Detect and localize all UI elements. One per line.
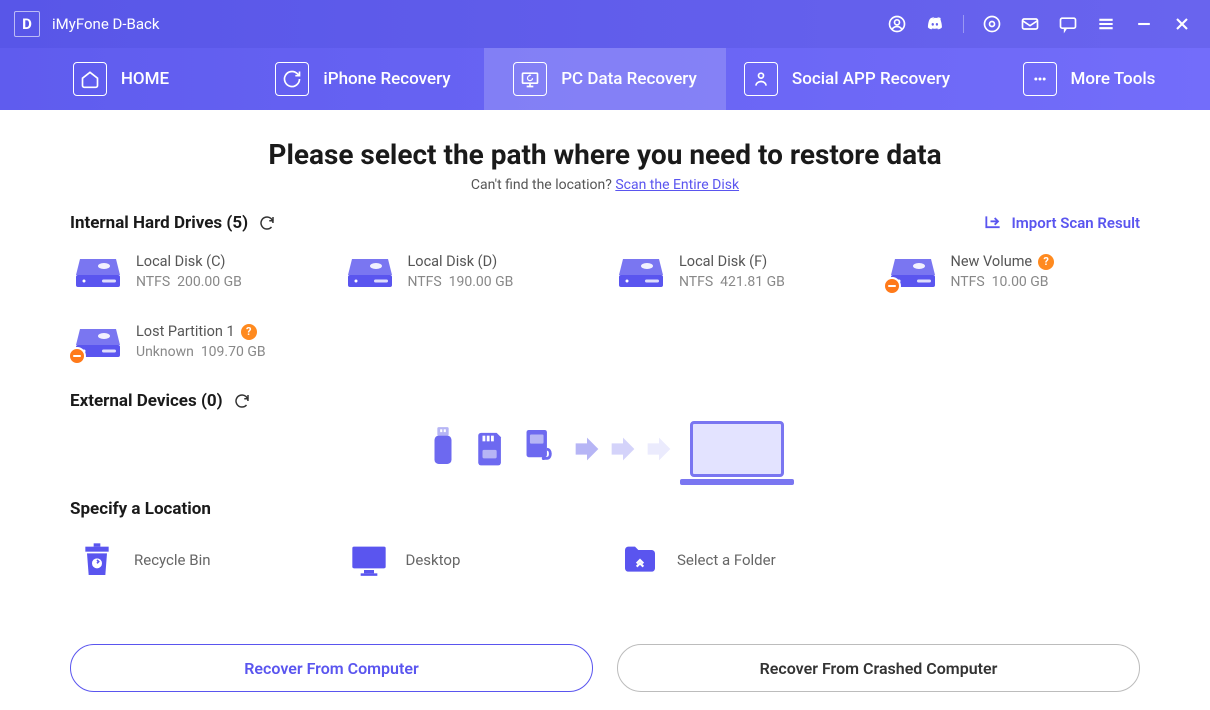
app-window: D iMyFone D-Back <box>0 0 1210 710</box>
tab-more-tools[interactable]: More Tools <box>968 48 1210 110</box>
external-illustration <box>70 421 1140 477</box>
drive-meta: NTFS 190.00 GB <box>408 274 514 290</box>
hard-drive-icon <box>617 255 665 291</box>
menu-icon[interactable] <box>1096 14 1116 34</box>
drive-meta: NTFS 10.00 GB <box>951 274 1055 290</box>
pc-recovery-icon <box>513 62 547 96</box>
drive-grid: Local Disk (C) NTFS 200.00 GB Local Disk… <box>70 249 1140 365</box>
tab-home[interactable]: HOME <box>0 48 242 110</box>
page-subtitle: Can't find the location? Scan the Entire… <box>70 177 1140 193</box>
tab-label: Social APP Recovery <box>792 69 950 89</box>
warn-badge-icon <box>883 277 901 295</box>
drive-name: Lost Partition 1 ? <box>136 323 266 340</box>
tab-label: More Tools <box>1071 69 1156 89</box>
refresh-drives-button[interactable] <box>258 214 276 232</box>
tab-label: iPhone Recovery <box>323 69 450 89</box>
discord-icon[interactable] <box>925 14 945 34</box>
hard-drive-icon <box>74 255 122 291</box>
close-button[interactable] <box>1172 14 1192 34</box>
drive-name: Local Disk (F) <box>679 253 785 270</box>
location-label: Recycle Bin <box>134 551 211 569</box>
tab-label: HOME <box>121 69 169 89</box>
usb-drive-icon <box>426 424 460 474</box>
specify-location-title: Specify a Location <box>70 499 211 519</box>
location-label: Select a Folder <box>677 551 776 569</box>
divider <box>963 15 964 33</box>
scan-entire-disk-link[interactable]: Scan the Entire Disk <box>615 177 739 193</box>
hard-drive-icon <box>346 255 394 291</box>
footer-buttons: Recover From Computer Recover From Crash… <box>0 644 1210 710</box>
arrows-icon <box>570 432 676 466</box>
hard-drive-icon <box>74 325 122 361</box>
tab-social-recovery[interactable]: Social APP Recovery <box>726 48 968 110</box>
drive-item[interactable]: New Volume ? NTFS 10.00 GB <box>885 249 1141 295</box>
import-icon <box>983 213 1003 233</box>
drive-name: Local Disk (C) <box>136 253 242 270</box>
drive-meta: NTFS 200.00 GB <box>136 274 242 290</box>
location-recycle-bin[interactable]: Recycle Bin <box>70 533 326 587</box>
warn-badge-icon <box>68 347 86 365</box>
external-hdd-icon <box>522 424 556 474</box>
refresh-icon <box>275 62 309 96</box>
location-desktop[interactable]: Desktop <box>342 533 598 587</box>
drive-item[interactable]: Local Disk (D) NTFS 190.00 GB <box>342 249 598 295</box>
settings-gear-icon[interactable] <box>982 14 1002 34</box>
recover-from-crashed-button[interactable]: Recover From Crashed Computer <box>617 644 1140 692</box>
drive-item[interactable]: Lost Partition 1 ? Unknown 109.70 GB <box>70 319 326 365</box>
internal-drives-title: Internal Hard Drives (5) <box>70 213 248 233</box>
laptop-icon <box>690 421 784 477</box>
location-select-folder[interactable]: Select a Folder <box>613 533 869 587</box>
recover-from-computer-button[interactable]: Recover From Computer <box>70 644 593 692</box>
drive-item[interactable]: Local Disk (F) NTFS 421.81 GB <box>613 249 869 295</box>
minimize-button[interactable] <box>1134 14 1154 34</box>
import-label: Import Scan Result <box>1011 214 1140 232</box>
main-content: Please select the path where you need to… <box>0 110 1210 644</box>
social-icon <box>744 62 778 96</box>
title-bar: D iMyFone D-Back <box>0 0 1210 48</box>
app-title: iMyFone D-Back <box>52 15 159 33</box>
drive-meta: NTFS 421.81 GB <box>679 274 785 290</box>
drive-name: Local Disk (D) <box>408 253 514 270</box>
desktop-icon <box>348 539 390 581</box>
tab-label: PC Data Recovery <box>561 69 697 89</box>
sd-card-icon <box>474 424 508 474</box>
help-badge-icon[interactable]: ? <box>1038 254 1054 270</box>
help-badge-icon[interactable]: ? <box>241 324 257 340</box>
drive-meta: Unknown 109.70 GB <box>136 344 266 360</box>
external-devices-title: External Devices (0) <box>70 391 223 411</box>
refresh-external-button[interactable] <box>233 392 251 410</box>
import-scan-result-link[interactable]: Import Scan Result <box>983 213 1140 233</box>
folder-icon <box>619 539 661 581</box>
feedback-icon[interactable] <box>1058 14 1078 34</box>
tab-pc-recovery[interactable]: PC Data Recovery <box>484 48 726 110</box>
drive-name: New Volume ? <box>951 253 1055 270</box>
nav-bar: HOME iPhone Recovery PC Data Recovery So… <box>0 48 1210 110</box>
drive-item[interactable]: Local Disk (C) NTFS 200.00 GB <box>70 249 326 295</box>
page-title: Please select the path where you need to… <box>70 138 1140 171</box>
more-icon <box>1023 62 1057 96</box>
hard-drive-icon <box>889 255 937 291</box>
tab-iphone-recovery[interactable]: iPhone Recovery <box>242 48 484 110</box>
home-icon <box>73 62 107 96</box>
mail-icon[interactable] <box>1020 14 1040 34</box>
recycle-bin-icon <box>76 539 118 581</box>
account-icon[interactable] <box>887 14 907 34</box>
subtitle-prefix: Can't find the location? <box>471 177 615 193</box>
location-label: Desktop <box>406 551 461 569</box>
app-logo: D <box>14 11 40 37</box>
